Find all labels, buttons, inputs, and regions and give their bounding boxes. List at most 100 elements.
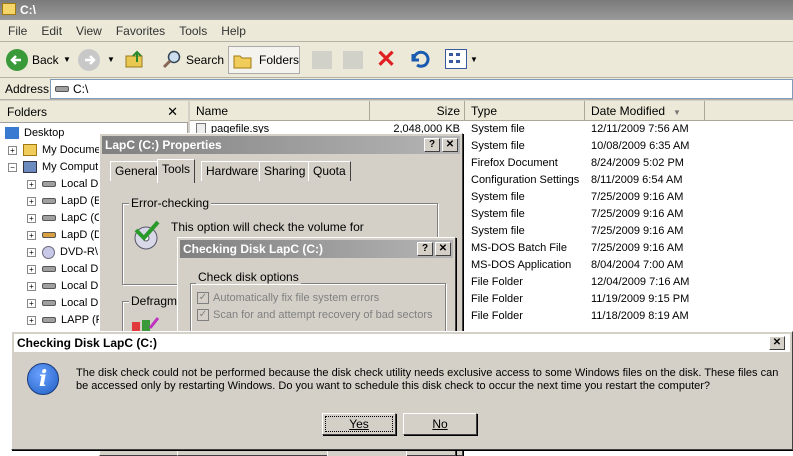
expand-icon[interactable]: + — [27, 315, 36, 325]
auto-fix-checkbox[interactable]: ✓ Automatically fix file system errors — [197, 292, 380, 305]
tree-item-dvd[interactable]: + DVD-R\ — [27, 244, 98, 261]
check-disk-title-bar[interactable]: Checking Disk LapC (C:) ? ✕ — [180, 240, 453, 258]
column-name[interactable]: Name — [190, 101, 370, 121]
menu-favorites[interactable]: Favorites — [108, 20, 171, 38]
expand-icon[interactable]: + — [27, 281, 36, 291]
desktop-icon — [5, 127, 19, 140]
file-date: 12/04/2009 7:16 AM — [591, 276, 690, 288]
forward-dropdown-icon[interactable]: ▼ — [107, 46, 115, 74]
file-type: File Folder — [471, 310, 523, 322]
back-arrow-icon[interactable] — [6, 49, 28, 71]
collapse-icon[interactable]: − — [8, 162, 17, 172]
explorer-title-bar[interactable]: C:\ — [0, 0, 793, 20]
forward-arrow-icon[interactable] — [78, 49, 100, 71]
message-title-bar[interactable]: Checking Disk LapC (C:) ✕ — [14, 334, 790, 352]
message-dialog: Checking Disk LapC (C:) ✕ i The disk che… — [11, 331, 793, 450]
tree-item-drive[interactable]: + Local D — [27, 278, 98, 295]
menu-help[interactable]: Help — [213, 20, 252, 38]
column-size[interactable]: Size — [370, 101, 465, 121]
address-label: Address — [5, 82, 50, 96]
menu-edit[interactable]: Edit — [33, 20, 68, 38]
close-button[interactable]: ✕ — [435, 242, 451, 256]
folders-icon — [233, 55, 252, 69]
tab-quota[interactable]: Quota — [308, 161, 351, 181]
drive-icon — [55, 86, 69, 92]
tree-item-drive[interactable]: + LapC (C — [27, 210, 102, 227]
window-title: C:\ — [20, 3, 36, 17]
menu-tools[interactable]: Tools — [171, 20, 213, 38]
tree-label: LapD (D — [61, 229, 102, 241]
tab-hardware[interactable]: Hardware — [201, 161, 264, 181]
address-bar: Address C:\ — [0, 78, 793, 100]
views-dropdown-icon[interactable]: ▼ — [470, 46, 478, 74]
tree-item-drive[interactable]: + Local D — [27, 261, 98, 278]
message-text: The disk check could not be performed be… — [76, 367, 779, 392]
undo-icon[interactable] — [408, 48, 430, 70]
file-type: System file — [471, 225, 525, 237]
tree-label: LAPP (F — [61, 314, 103, 326]
yes-button[interactable]: Yes — [322, 413, 396, 435]
checkbox-icon: ✓ — [197, 292, 209, 305]
drive-icon — [42, 317, 56, 323]
column-filler — [705, 101, 793, 121]
tree-item-desktop[interactable]: Desktop — [5, 125, 64, 142]
expand-icon[interactable]: + — [27, 213, 36, 223]
back-dropdown-icon[interactable]: ▼ — [63, 46, 71, 74]
tab-sharing[interactable]: Sharing — [259, 161, 311, 181]
tree-item-drive[interactable]: + LapD (E — [27, 193, 101, 210]
file-date: 8/24/2009 5:02 PM — [591, 157, 684, 169]
defrag-icon — [130, 316, 160, 332]
tree-item-drive[interactable]: + LAPP (F — [27, 312, 102, 329]
menu-file[interactable]: File — [0, 20, 33, 38]
file-date: 11/18/2009 8:19 AM — [591, 310, 689, 322]
back-button[interactable]: Back — [32, 46, 59, 74]
tree-item-drive[interactable]: + LapD (D — [27, 227, 102, 244]
expand-icon[interactable]: + — [27, 179, 36, 189]
expand-icon[interactable]: + — [27, 230, 36, 240]
move-to-icon[interactable] — [312, 51, 332, 69]
column-date-modified[interactable]: Date Modified ▼ — [585, 101, 705, 121]
file-date: 7/25/2009 9:16 AM — [591, 208, 684, 220]
tree-item-drive[interactable]: + Local D — [27, 176, 98, 193]
address-value: C:\ — [73, 82, 89, 96]
expand-icon[interactable]: + — [27, 264, 36, 274]
search-icon[interactable] — [162, 49, 182, 69]
close-folders-icon[interactable]: ✕ — [167, 101, 178, 123]
search-button[interactable]: Search — [186, 46, 224, 74]
copy-to-icon[interactable] — [343, 51, 363, 69]
tab-tools[interactable]: Tools — [157, 159, 196, 183]
tab-general[interactable]: General — [110, 161, 163, 181]
expand-icon[interactable]: + — [8, 145, 17, 155]
views-icon[interactable] — [445, 49, 467, 69]
no-button[interactable]: No — [403, 413, 477, 435]
help-button[interactable]: ? — [417, 242, 433, 256]
file-type: File Folder — [471, 293, 523, 305]
column-type[interactable]: Type — [465, 101, 585, 121]
tree-item-my-computer[interactable]: − My Comput — [8, 159, 98, 176]
check-disk-title: Checking Disk LapC (C:) — [183, 242, 324, 256]
file-date: 11/19/2009 9:15 PM — [591, 293, 690, 305]
folders-button[interactable]: Folders — [228, 46, 300, 74]
expand-icon[interactable]: + — [27, 298, 36, 308]
close-button[interactable]: ✕ — [442, 138, 458, 152]
toolbar: Back ▼ ▼ Search Folders ✕ ▼ — [0, 42, 793, 78]
scan-sectors-checkbox[interactable]: ✓ Scan for and attempt recovery of bad se… — [197, 309, 433, 322]
tree-label: DVD-R\ — [60, 246, 98, 258]
expand-icon[interactable]: + — [27, 196, 36, 206]
tree-item-drive[interactable]: + Local D — [27, 295, 98, 312]
up-folder-icon[interactable] — [124, 48, 146, 70]
auto-fix-label: Automatically fix file system errors — [213, 292, 380, 304]
drive-icon — [42, 266, 56, 272]
properties-title-bar[interactable]: LapC (C:) Properties ? ✕ — [102, 136, 460, 154]
tree-label: LapD (E — [61, 195, 102, 207]
check-disk-options-label: Check disk options — [196, 270, 301, 284]
help-button[interactable]: ? — [424, 138, 440, 152]
hidden-dialog-button[interactable] — [327, 449, 407, 456]
file-date: 8/11/2009 6:54 AM — [591, 174, 683, 186]
menu-view[interactable]: View — [68, 20, 108, 38]
delete-icon[interactable]: ✕ — [376, 48, 396, 72]
tree-item-my-documents[interactable]: + My Docume — [8, 142, 101, 159]
expand-icon[interactable]: + — [27, 247, 36, 257]
close-button[interactable]: ✕ — [769, 336, 785, 350]
address-input[interactable]: C:\ — [50, 79, 793, 99]
